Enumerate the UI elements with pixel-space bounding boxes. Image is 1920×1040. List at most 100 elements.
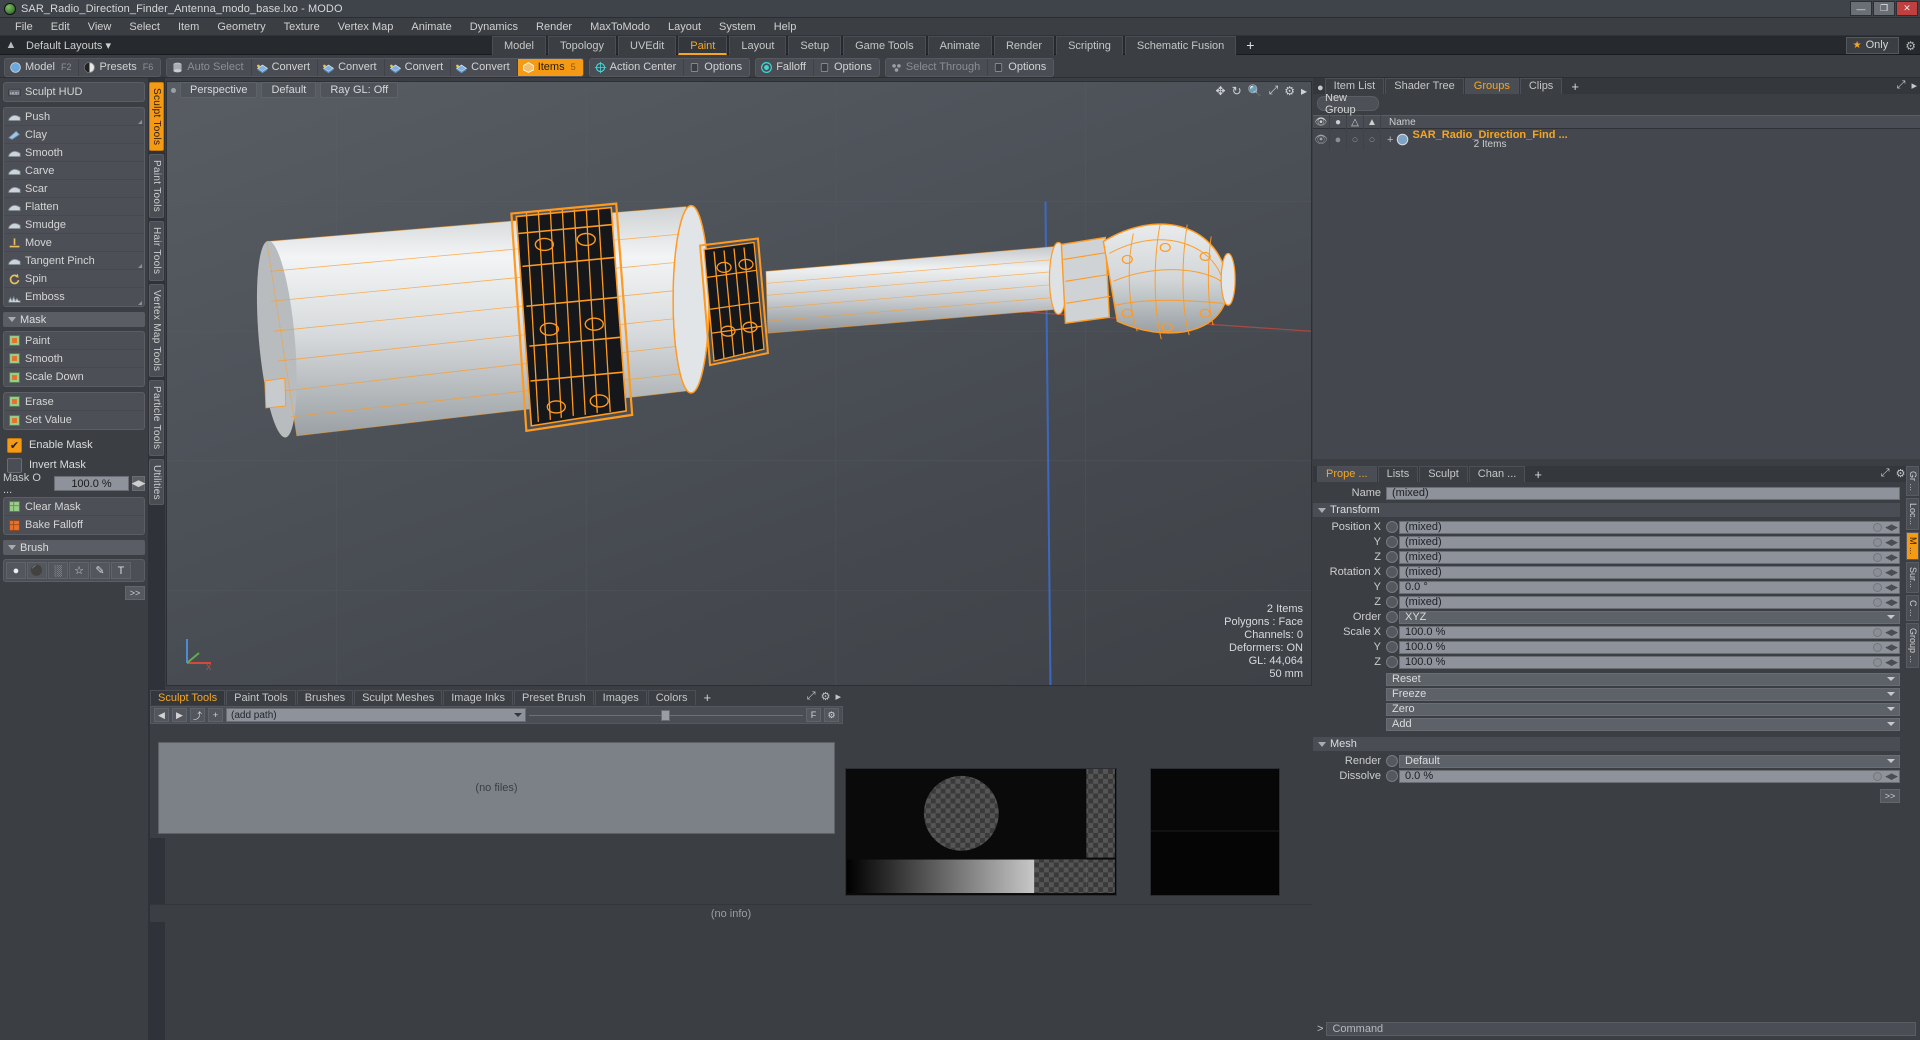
menu-item-geometry[interactable]: Geometry xyxy=(208,18,274,36)
menu-item-file[interactable]: File xyxy=(6,18,42,36)
channel-knob-icon[interactable] xyxy=(1386,521,1398,533)
toolbar-button-convert[interactable]: Convert xyxy=(252,58,319,76)
layout-tab-render[interactable]: Render xyxy=(993,36,1055,55)
action-dropdown-add-field[interactable]: Add xyxy=(1386,717,1900,731)
layout-tab-scripting[interactable]: Scripting xyxy=(1056,36,1123,55)
brush-star-icon[interactable]: ☆ xyxy=(69,562,89,579)
stepper-arrows-icon[interactable]: ◀▶ xyxy=(1885,522,1898,533)
channel-knob-icon[interactable] xyxy=(1386,611,1398,623)
visible-eye-icon[interactable]: 👁 xyxy=(1313,115,1330,129)
side-tab-sur---[interactable]: Sur... xyxy=(1906,561,1919,593)
toolbar-button-convert[interactable]: Convert xyxy=(451,58,518,76)
mesh-section-header[interactable]: Mesh xyxy=(1313,737,1900,751)
bottom-tab-paint-tools[interactable]: Paint Tools xyxy=(226,690,296,705)
mask-opacity-stepper[interactable]: ◀▶ xyxy=(132,476,145,491)
menu-item-view[interactable]: View xyxy=(79,18,121,36)
layout-tab-layout[interactable]: Layout xyxy=(729,36,787,55)
bottom-tab-images[interactable]: Images xyxy=(594,690,647,705)
stepper-arrows-icon[interactable]: ◀▶ xyxy=(1885,657,1898,668)
transform-row-7-input[interactable]: 100.0 % ◀▶ xyxy=(1399,625,1900,639)
prop-tab-lists[interactable]: Lists xyxy=(1377,466,1419,482)
sculpt-tool-carve[interactable]: Carve xyxy=(4,162,144,180)
sculpt-tool-push[interactable]: Push xyxy=(4,108,144,126)
toolbar-button-select-through[interactable]: Select Through xyxy=(886,58,989,76)
slider-knob[interactable] xyxy=(660,709,670,721)
bottom-tab-sculpt-meshes[interactable]: Sculpt Meshes xyxy=(354,690,443,705)
bottom-tab-image-inks[interactable]: Image Inks xyxy=(443,690,514,705)
transform-row-0-input[interactable]: (mixed) ◀▶ xyxy=(1399,520,1900,534)
prop-tab-prope----[interactable]: Prope ... xyxy=(1317,466,1377,482)
stepper-arrows-icon[interactable]: ◀▶ xyxy=(1885,552,1898,563)
menu-item-maxtomodo[interactable]: MaxToModo xyxy=(581,18,659,36)
thumbnail-size-slider[interactable] xyxy=(529,709,803,721)
sculpt-tool-smooth[interactable]: Smooth xyxy=(4,144,144,162)
toolbar-button-items[interactable]: Items 5 xyxy=(517,58,583,76)
prop-add-tab-button[interactable]: + xyxy=(1526,467,1550,482)
layout-tab-game-tools[interactable]: Game Tools xyxy=(843,36,926,55)
layout-tab-model[interactable]: Model xyxy=(492,36,546,55)
row-visible-eye-icon[interactable]: 👁 xyxy=(1313,129,1330,150)
sculpt-tool-flatten[interactable]: Flatten xyxy=(4,198,144,216)
toolbar-button-auto-select[interactable]: Auto Select xyxy=(167,58,252,76)
channel-knob-icon[interactable] xyxy=(1386,626,1398,638)
bottom-tab-preset-brush[interactable]: Preset Brush xyxy=(514,690,594,705)
side-tab-m----[interactable]: M ... xyxy=(1906,532,1919,560)
brush-hard-icon[interactable]: ⚫ xyxy=(27,562,47,579)
settings-icon[interactable]: ⚙ xyxy=(821,690,831,703)
toolbar-button-action-center[interactable]: Action Center xyxy=(590,58,685,76)
action-dropdown-zero-field[interactable]: Zero xyxy=(1386,702,1900,716)
nav-forward-button[interactable]: ▶ xyxy=(172,708,187,722)
channel-knob-icon[interactable] xyxy=(1386,770,1398,782)
side-tab-gr----[interactable]: Gr ... xyxy=(1906,466,1919,496)
right-tab-item-list[interactable]: Item List xyxy=(1324,78,1385,94)
close-button[interactable]: ✕ xyxy=(1896,1,1918,16)
stepper-arrows-icon[interactable]: ◀▶ xyxy=(1885,582,1898,593)
channel-knob-icon[interactable] xyxy=(1386,566,1398,578)
toolbar-button-convert[interactable]: Convert xyxy=(385,58,452,76)
bottom-add-tab-button[interactable]: + xyxy=(697,691,719,705)
brush-custom-icon[interactable]: ✎ xyxy=(90,562,110,579)
layout-tab-topology[interactable]: Topology xyxy=(547,36,617,55)
viewport-menu-icon[interactable]: ▸ xyxy=(1301,84,1307,98)
checkbox-invert-mask[interactable] xyxy=(7,457,22,473)
transform-row-8-input[interactable]: 100.0 % ◀▶ xyxy=(1399,640,1900,654)
transform-row-4-input[interactable]: 0.0 ° ◀▶ xyxy=(1399,580,1900,594)
channel-knob-icon[interactable] xyxy=(1386,755,1398,767)
fit-view-icon[interactable]: ⤢ xyxy=(1269,83,1279,98)
checkbox-row-enable-mask[interactable]: ✔ Enable Mask xyxy=(3,435,145,455)
transform-section-header[interactable]: Transform xyxy=(1313,503,1900,517)
nav-back-button[interactable]: ◀ xyxy=(154,708,169,722)
bottom-tab-colors[interactable]: Colors xyxy=(647,690,696,705)
file-browser-area[interactable]: (no files) xyxy=(158,742,835,834)
groups-tree-body[interactable]: 👁 ● ○ ○ + SAR_Radio_Direction_Find ... 2… xyxy=(1313,129,1920,459)
gear-icon[interactable]: ⚙ xyxy=(824,708,839,722)
menu-item-help[interactable]: Help xyxy=(765,18,806,36)
expand-icon[interactable]: ▸ xyxy=(1911,79,1917,92)
mask-opacity-value[interactable]: 100.0 % xyxy=(54,476,129,491)
action-dropdown-reset-field[interactable]: Reset xyxy=(1386,672,1900,686)
transform-row-5-input[interactable]: (mixed) ◀▶ xyxy=(1399,595,1900,609)
right-tab-groups[interactable]: Groups xyxy=(1464,78,1519,94)
brush-preview-panel[interactable] xyxy=(845,768,1117,896)
vertical-tab-hair-tools[interactable]: Hair Tools xyxy=(149,221,164,281)
move-view-icon[interactable]: ✥ xyxy=(1216,84,1226,98)
checkbox-enable-mask[interactable]: ✔ xyxy=(7,437,22,453)
vertical-tab-utilities[interactable]: Utilities xyxy=(149,458,164,506)
render-camera-icon[interactable]: ● xyxy=(1330,115,1347,129)
properties-expand-button[interactable]: >> xyxy=(1880,789,1900,803)
layout-tab-setup[interactable]: Setup xyxy=(788,36,842,55)
layout-tab-paint[interactable]: Paint xyxy=(678,36,728,55)
channel-knob-icon[interactable] xyxy=(1386,536,1398,548)
viewport-menu-dot-icon[interactable] xyxy=(171,87,176,93)
right-tab-shader-tree[interactable]: Shader Tree xyxy=(1385,78,1464,94)
brush-noise-icon[interactable]: ░ xyxy=(48,562,68,579)
vertical-tab-sculpt-tools[interactable]: Sculpt Tools xyxy=(149,82,164,152)
toolbar-button-options[interactable]: Options xyxy=(814,59,879,76)
layout-tab-uvedit[interactable]: UVEdit xyxy=(618,36,677,55)
mask-tool-erase[interactable]: Erase xyxy=(4,393,144,411)
toolbar-button-presets[interactable]: Presets F6 xyxy=(79,59,160,76)
command-input[interactable]: Command xyxy=(1326,1021,1916,1036)
sculpt-tool-tangent-pinch[interactable]: Tangent Pinch xyxy=(4,252,144,270)
action-dropdown-freeze-field[interactable]: Freeze xyxy=(1386,687,1900,701)
path-input[interactable]: (add path) xyxy=(226,708,526,722)
